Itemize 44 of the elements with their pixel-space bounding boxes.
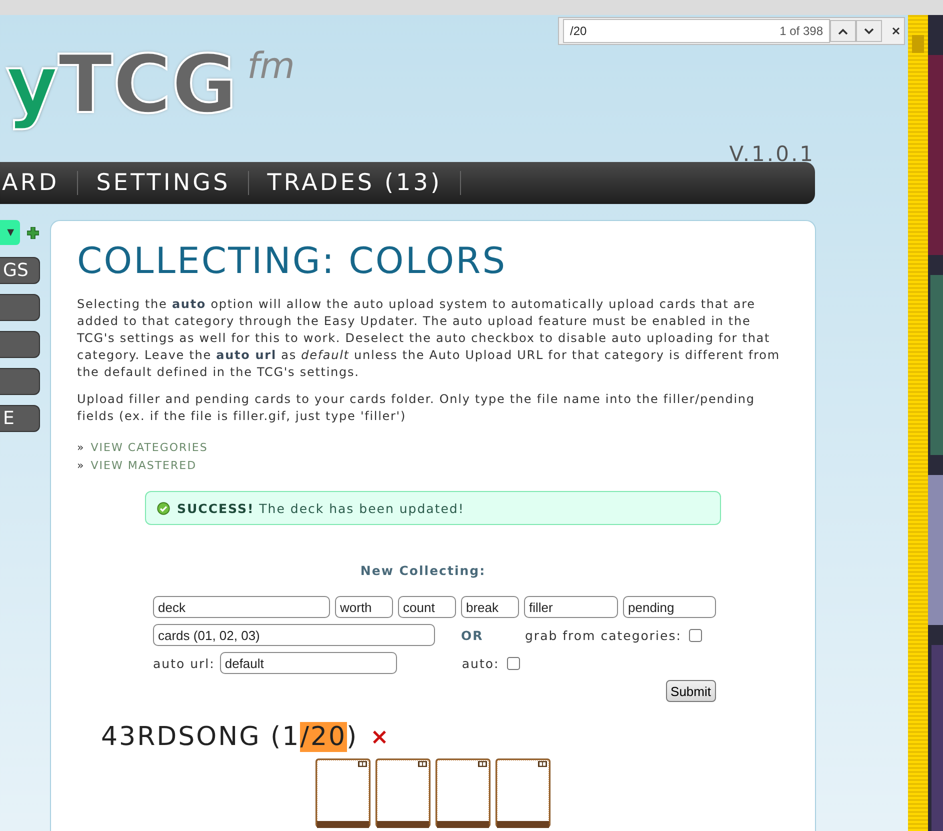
instructions-text: Selecting the auto option will allow the auto upload system to automatically upload cards that are added to that category through the Easy Updater. The auto upload feature must be enabled in the TCG's settings as well for this to work. Deselect the auto checkbox to disable auto uploading for that category. Leave the auto url as default unless the Auto Upload URL for that category is different from the default defined in the TCG's settings.: [77, 296, 781, 381]
text-field[interactable]: break: [461, 596, 519, 618]
sidebar-button[interactable]: GS: [0, 257, 40, 284]
view-link[interactable]: VIEW CATEGORIES: [90, 439, 208, 457]
bullet-marker: »: [77, 458, 85, 474]
nav-link[interactable]: ARD: [0, 170, 78, 196]
chevron-up-icon: [838, 28, 848, 34]
nav-link[interactable]: TRADES (13): [249, 170, 460, 196]
nav-link[interactable]: SETTINGS: [78, 170, 248, 196]
version-label: V.1.0.1: [729, 142, 815, 166]
delete-icon[interactable]: ×: [370, 724, 389, 750]
auto-label: auto:: [462, 656, 500, 670]
sidebar-button[interactable]: E: [0, 405, 40, 432]
match-count: 1 of 398: [780, 24, 823, 38]
next-match-button[interactable]: [856, 20, 882, 42]
find-query[interactable]: /20: [570, 24, 587, 38]
text-field[interactable]: deck: [153, 596, 330, 618]
auto-url-label: auto url:: [153, 656, 215, 670]
or-label: OR: [461, 628, 484, 642]
cards-field[interactable]: cards (01, 02, 03): [153, 624, 435, 646]
auto-url-field[interactable]: default: [220, 652, 397, 674]
submit-button[interactable]: Submit: [666, 680, 716, 702]
category-select[interactable]: ▼: [0, 220, 20, 245]
text-field[interactable]: count: [398, 596, 456, 618]
alert-message: SUCCESS! The deck has been updated!: [177, 500, 464, 516]
form-heading: New Collecting:: [359, 563, 487, 578]
view-link[interactable]: VIEW MASTERED: [90, 457, 197, 475]
text-field[interactable]: filler: [524, 596, 618, 618]
text-field[interactable]: pending: [623, 596, 716, 618]
grab-checkbox[interactable]: [689, 628, 702, 642]
deck-heading: 43RDSONG (1/20): [101, 722, 358, 752]
find-field[interactable]: /20 1 of 398: [563, 19, 830, 43]
grab-label: grab from categories:: [525, 628, 682, 642]
add-icon[interactable]: [27, 226, 39, 238]
check-icon: [157, 502, 170, 514]
scrollbar[interactable]: [908, 15, 928, 831]
close-icon[interactable]: [892, 27, 900, 35]
instructions-text: Upload filler and pending cards to your cards folder. Only type the file name into the filler/pending fields (ex. if the file is filler.gif, just type 'filler'): [77, 391, 756, 425]
page-title: COLLECTING: COLORS: [77, 241, 508, 282]
previous-match-button[interactable]: [830, 20, 856, 42]
bullet-marker: »: [77, 440, 85, 456]
chevron-down-icon: [864, 28, 874, 34]
auto-checkbox[interactable]: [507, 656, 520, 670]
text-field[interactable]: worth: [335, 596, 393, 618]
